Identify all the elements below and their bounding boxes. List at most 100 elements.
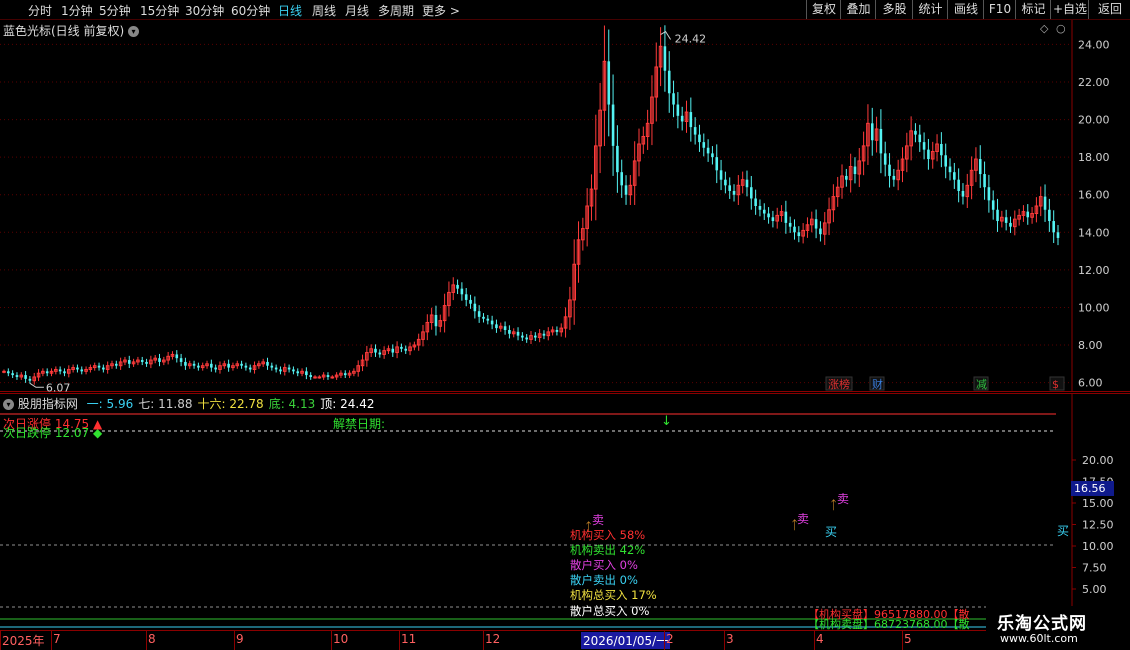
- y-tick-label: 14.00: [1078, 226, 1110, 239]
- candle-body: [870, 123, 874, 141]
- candle-body: [244, 365, 248, 368]
- tab-5[interactable]: 60分钟: [231, 2, 270, 19]
- candle-body: [1009, 222, 1012, 227]
- limit-down-label: 次日跌停 12.07 ◆: [3, 426, 103, 440]
- toolbar-button-2[interactable]: 多股: [875, 0, 913, 19]
- candle-body: [797, 232, 801, 237]
- sub-y-tick-label: 10.00: [1082, 540, 1114, 553]
- candle-body: [400, 346, 403, 349]
- candle-body: [1056, 232, 1060, 238]
- candle-body: [715, 157, 719, 171]
- time-axis-tick: [483, 630, 484, 650]
- time-axis-label: 4: [816, 632, 824, 646]
- time-axis-tick: [814, 630, 815, 650]
- candle-body: [197, 365, 200, 368]
- toolbar-button-3[interactable]: 统计: [912, 0, 948, 19]
- candle-body: [676, 104, 680, 116]
- candle-body: [918, 134, 922, 143]
- candlestick-chart[interactable]: 24.00 22.00 20.00 18.00 16.00 14.00 12.00 10.00…: [0, 20, 1130, 392]
- tab-3[interactable]: 15分钟: [140, 2, 179, 19]
- candle-body: [948, 166, 952, 173]
- tab-9[interactable]: 多周期: [378, 2, 414, 19]
- tab-2[interactable]: 5分钟: [99, 2, 131, 19]
- candle-body: [845, 175, 848, 180]
- event-badge-label: 减: [976, 378, 987, 391]
- candle-body: [957, 179, 960, 191]
- flow-stat-1: 机构卖出 42%: [570, 543, 646, 557]
- watermark-url: www.60lt.com: [1000, 632, 1078, 645]
- tab-4[interactable]: 30分钟: [185, 2, 224, 19]
- toolbar-button-1[interactable]: 叠加: [840, 0, 876, 19]
- candle-body: [771, 217, 775, 222]
- high-label: 24.42: [675, 33, 707, 46]
- low-label: 6.07: [46, 381, 70, 392]
- candle-body: [214, 367, 217, 370]
- candle-body: [240, 363, 243, 366]
- candle-body: [192, 363, 196, 366]
- low-marker: [29, 382, 44, 388]
- candle-body: [270, 365, 274, 368]
- candle-body: [330, 376, 335, 379]
- y-tick-label: 6.00: [1078, 377, 1103, 390]
- stock-title[interactable]: 蓝色光标(日线 前复权) ▾: [3, 22, 140, 39]
- tab-8[interactable]: 月线: [345, 2, 369, 19]
- time-axis-label: 3: [726, 632, 734, 646]
- candle-body: [724, 179, 727, 186]
- candle-body: [784, 211, 788, 223]
- candle-body: [672, 93, 675, 105]
- time-axis-label: 7: [53, 632, 61, 646]
- candle-body: [758, 206, 762, 210]
- candle-body: [620, 172, 624, 186]
- chevron-down-icon[interactable]: ▾: [3, 399, 14, 410]
- candle-body: [145, 361, 148, 364]
- candle-body: [464, 294, 468, 300]
- candle-body: [819, 228, 822, 235]
- toolbar-button-5[interactable]: F10: [983, 0, 1016, 19]
- candle-body: [80, 369, 84, 372]
- candle-body: [1052, 221, 1055, 233]
- candle-body: [624, 185, 628, 195]
- tab-0[interactable]: 分时: [28, 2, 52, 19]
- candle-body: [883, 153, 887, 165]
- candle-body: [788, 222, 792, 227]
- settings-circle-icon[interactable]: ○: [1056, 22, 1066, 35]
- tab-10[interactable]: 更多 >: [422, 2, 460, 19]
- toolbar-button-8[interactable]: 返回: [1088, 0, 1130, 19]
- candle-body: [495, 324, 498, 329]
- tab-6[interactable]: 日线: [278, 2, 302, 19]
- candle-body: [313, 376, 317, 379]
- toolbar-button-0[interactable]: 复权: [806, 0, 841, 19]
- unlock-date-label: 解禁日期:: [333, 417, 386, 431]
- candle-body: [879, 128, 883, 154]
- tab-7[interactable]: 周线: [312, 2, 336, 19]
- candle-body: [693, 127, 697, 135]
- indicator-param-4: 顶: 24.42: [320, 397, 375, 411]
- candle-body: [28, 378, 32, 381]
- toolbar-button-4[interactable]: 画线: [947, 0, 984, 19]
- candle-body: [983, 174, 986, 188]
- candle-body: [404, 348, 408, 351]
- time-axis-tick: [902, 630, 903, 650]
- candle-body: [227, 363, 230, 368]
- tab-1[interactable]: 1分钟: [61, 2, 93, 19]
- diamond-icon[interactable]: ◇: [1040, 22, 1048, 35]
- time-axis-tick: [234, 630, 235, 650]
- candle-body: [326, 375, 330, 377]
- runner-icon: ᛏ: [791, 518, 799, 532]
- sell-signal: 卖: [592, 513, 605, 527]
- candle-body: [996, 209, 999, 222]
- candle-body: [719, 170, 723, 180]
- toolbar-button-7[interactable]: +自选: [1050, 0, 1089, 19]
- indicator-chart[interactable]: 20.0017.5015.0012.5010.007.505.00: [0, 393, 1130, 630]
- event-badge-label: $: [1052, 378, 1059, 391]
- sell-signal: 卖: [837, 492, 850, 506]
- candle-body: [503, 326, 507, 330]
- chevron-down-icon[interactable]: ▾: [128, 26, 140, 37]
- candle-body: [15, 375, 19, 377]
- candle-body: [296, 371, 300, 374]
- event-badge-label: 涨榜: [828, 377, 850, 391]
- toolbar-button-6[interactable]: 标记: [1015, 0, 1051, 19]
- candle-body: [667, 70, 671, 94]
- candle-body: [892, 175, 896, 180]
- candle-body: [11, 373, 14, 376]
